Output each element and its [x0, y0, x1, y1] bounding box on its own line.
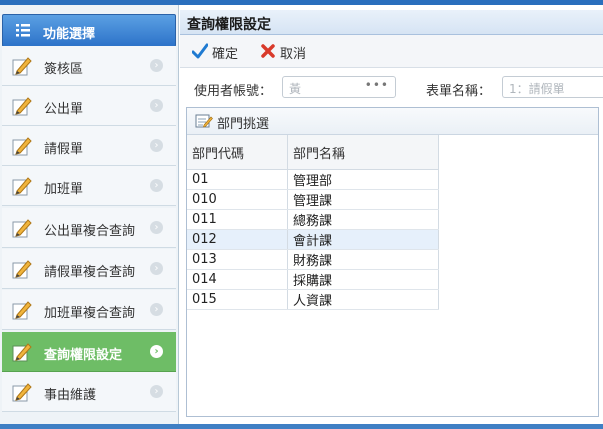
page-title: 查詢權限設定: [187, 17, 271, 33]
chevron-right-icon: ›: [150, 345, 163, 358]
filter-form: 使用者帳號： 黃 ••• 表單名稱： 1：請假單: [180, 74, 603, 104]
checkmark-icon: [192, 43, 208, 59]
table-header-row: 部門代碼 部門名稱: [187, 135, 439, 170]
edit-pencil-icon: [12, 97, 32, 116]
chevron-right-icon: ›: [150, 139, 163, 152]
sidebar-item-label: 事由維護: [44, 388, 97, 403]
chevron-right-icon: ›: [150, 303, 163, 316]
edit-pencil-icon: [12, 57, 32, 76]
form-name-label: 表單名稱：: [426, 84, 492, 99]
window-bottom-border: [0, 424, 603, 429]
sidebar-item-label: 請假單: [44, 142, 84, 157]
sidebar-item-sign-area[interactable]: 簽核區 ›: [2, 46, 176, 86]
chevron-right-icon: ›: [150, 179, 163, 192]
edit-pencil-icon: [12, 177, 32, 196]
cell-name: 管理課: [287, 189, 439, 210]
table-row[interactable]: 013 財務課: [187, 249, 439, 270]
sidebar-item-label: 加班單: [44, 182, 84, 197]
cell-code: 01: [187, 169, 288, 190]
table-row[interactable]: 015 人資課: [187, 289, 439, 310]
list-icon: [16, 24, 30, 37]
department-select-label: 部門挑選: [217, 117, 270, 132]
confirm-label: 確定: [212, 47, 239, 62]
chevron-right-icon: ›: [150, 385, 163, 398]
sidebar-header-title: 功能選擇: [43, 27, 96, 42]
department-select-button[interactable]: 部門挑選: [195, 113, 285, 132]
chevron-right-icon: ›: [150, 59, 163, 72]
cancel-label: 取消: [280, 47, 307, 62]
form-name-select[interactable]: 1：請假單: [502, 76, 603, 98]
user-account-picker[interactable]: 黃 •••: [282, 76, 396, 98]
edit-pencil-icon: [12, 343, 32, 362]
confirm-button[interactable]: 確定: [192, 43, 244, 62]
cell-name: 財務課: [287, 249, 439, 270]
table-row[interactable]: 014 採購課: [187, 269, 439, 290]
edit-pencil-icon: [12, 301, 32, 320]
sidebar-item-business-trip[interactable]: 公出單 ›: [2, 86, 176, 126]
toolbar: 確定 取消: [180, 35, 603, 68]
chevron-right-icon: ›: [150, 262, 163, 275]
column-header-name[interactable]: 部門名稱: [287, 135, 439, 170]
sidebar: 功能選擇 簽核區 › 公出單 › 請假單 › 加班單 › 公出單複合查詢 › 請…: [0, 5, 179, 424]
column-header-code[interactable]: 部門代碼: [187, 135, 288, 170]
department-table: 部門代碼 部門名稱 01 管理部 010 管理課 011 總務課 012 會計課: [187, 135, 439, 310]
sidebar-item-label: 查詢權限設定: [44, 348, 123, 363]
cell-name: 總務課: [287, 209, 439, 230]
cancel-button[interactable]: 取消: [260, 43, 312, 62]
form-name-placeholder: 1：請假單: [509, 82, 565, 96]
cell-code: 011: [187, 209, 288, 230]
user-account-label: 使用者帳號：: [194, 84, 273, 99]
sidebar-item-trip-query[interactable]: 公出單複合查詢 ›: [2, 208, 176, 248]
edit-pencil-icon: [12, 219, 32, 238]
grid-toolbar: 部門挑選: [187, 108, 598, 135]
cell-name: 管理部: [287, 169, 439, 190]
edit-pencil-icon: [12, 383, 32, 402]
cell-code: 012: [187, 229, 288, 250]
sidebar-item-reason-maintenance[interactable]: 事由維護 ›: [2, 372, 176, 412]
panel-title-bar: 查詢權限設定: [180, 10, 603, 35]
sidebar-item-overtime[interactable]: 加班單 ›: [2, 166, 176, 206]
sidebar-item-query-permission[interactable]: 查詢權限設定 ›: [2, 332, 176, 372]
sidebar-item-leave-query[interactable]: 請假單複合查詢 ›: [2, 249, 176, 289]
sidebar-item-label: 公出單複合查詢: [44, 224, 136, 239]
table-row[interactable]: 011 總務課: [187, 209, 439, 230]
cell-code: 015: [187, 289, 288, 310]
sidebar-item-label: 請假單複合查詢: [44, 265, 136, 280]
cell-name: 人資課: [287, 289, 439, 310]
cell-code: 013: [187, 249, 288, 270]
more-dots-icon[interactable]: •••: [365, 78, 389, 92]
edit-pencil-icon: [12, 260, 32, 279]
close-x-icon: [261, 44, 275, 58]
user-account-value: 黃: [289, 82, 302, 96]
chevron-right-icon: ›: [150, 99, 163, 112]
sidebar-item-label: 加班單複合查詢: [44, 306, 136, 321]
table-row-selected[interactable]: 012 會計課: [187, 229, 439, 250]
edit-pencil-icon: [12, 137, 32, 156]
cell-code: 010: [187, 189, 288, 210]
sidebar-item-label: 簽核區: [44, 62, 84, 77]
cell-name: 採購課: [287, 269, 439, 290]
table-row[interactable]: 010 管理課: [187, 189, 439, 210]
sidebar-item-overtime-query[interactable]: 加班單複合查詢 ›: [2, 290, 176, 330]
chevron-right-icon: ›: [150, 221, 163, 234]
department-grid-panel: 部門挑選 部門代碼 部門名稱 01 管理部 010 管理課 011 總務課 01…: [186, 107, 599, 417]
edit-list-icon: [195, 114, 213, 128]
sidebar-item-leave[interactable]: 請假單 ›: [2, 126, 176, 166]
sidebar-item-label: 公出單: [44, 102, 84, 117]
cell-name: 會計課: [287, 229, 439, 250]
cell-code: 014: [187, 269, 288, 290]
table-row[interactable]: 01 管理部: [187, 169, 439, 190]
sidebar-header: 功能選擇: [2, 14, 176, 47]
